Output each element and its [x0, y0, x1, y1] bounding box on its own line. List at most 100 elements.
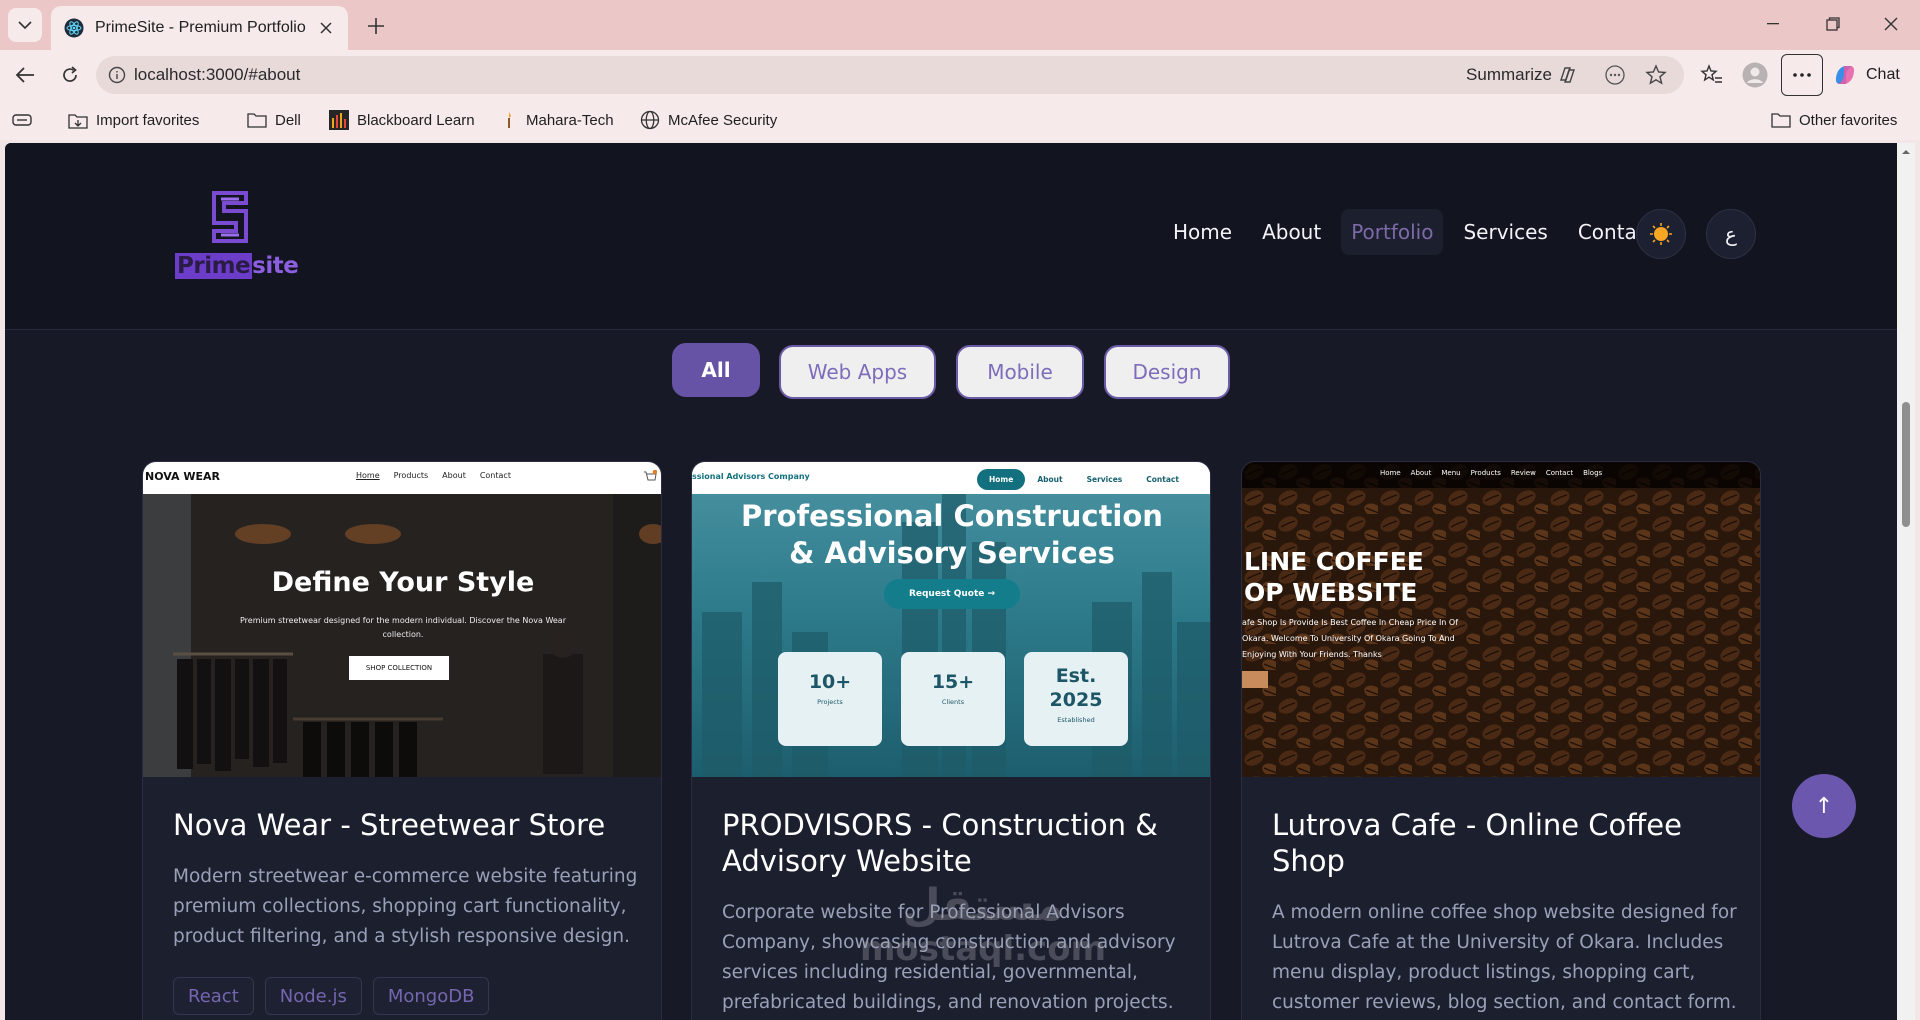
- bookmark-label: Dell: [275, 111, 301, 129]
- bookmark-label: Blackboard Learn: [357, 111, 475, 129]
- site-logo[interactable]: Primesite: [175, 191, 300, 286]
- browser-tab[interactable]: PrimeSite - Premium Portfolio: [51, 6, 348, 50]
- tab-actions-icon: [12, 114, 32, 126]
- favorite-star-icon[interactable]: [1644, 63, 1668, 87]
- preview-navbar: Home About Menu Products Review Contact …: [1242, 462, 1760, 488]
- address-bar[interactable]: localhost:3000/#about Summarize: [96, 56, 1684, 94]
- tab-list-button[interactable]: [8, 8, 42, 42]
- scroll-up-arrow-icon[interactable]: [1901, 147, 1911, 157]
- preview-button: [1242, 671, 1268, 688]
- site-header: Primesite Home About Portfolio Services …: [5, 143, 1897, 330]
- filter-design[interactable]: Design: [1104, 345, 1230, 399]
- blackboard-icon: [329, 110, 349, 130]
- plus-icon: [368, 18, 384, 34]
- project-preview-image: ssional Advisors Company Home About Serv…: [692, 462, 1210, 777]
- bookmark-dell[interactable]: Dell: [247, 108, 301, 132]
- tab-actions-button[interactable]: [12, 108, 32, 132]
- react-icon: [63, 17, 85, 39]
- project-title: Nova Wear - Streetwear Store: [173, 808, 606, 842]
- ellipsis-icon: [1793, 73, 1811, 77]
- preview-stat-clients: 15+ Clients: [901, 652, 1005, 746]
- logo-text: Primesite: [175, 253, 299, 279]
- scrollbar-thumb[interactable]: [1902, 402, 1910, 527]
- main-nav: Home About Portfolio Services Contact: [1163, 207, 1676, 257]
- more-options-circle-icon[interactable]: [1603, 63, 1627, 87]
- favorites-button[interactable]: [1696, 59, 1728, 91]
- back-to-top-button[interactable]: ↑: [1792, 774, 1856, 838]
- filter-all[interactable]: All: [672, 343, 760, 397]
- chat-label: Chat: [1866, 66, 1900, 83]
- preview-headline: Define Your Style: [271, 567, 535, 598]
- filter-mobile[interactable]: Mobile: [956, 345, 1084, 399]
- preview-navbar: NOVA WEAR Home Products About Contact: [143, 462, 661, 494]
- preview-headline: LINE COFFEE OP WEBSITE: [1244, 547, 1424, 607]
- preview-shop-button: SHOP COLLECTION: [349, 656, 449, 680]
- url-text[interactable]: localhost:3000/#about: [134, 65, 300, 85]
- summarize-button[interactable]: Summarize: [1466, 65, 1552, 85]
- restore-button[interactable]: [1804, 0, 1862, 48]
- mahara-tech-icon: [508, 112, 511, 128]
- bookmark-label: Other favorites: [1799, 111, 1898, 129]
- cart-icon: [644, 470, 657, 481]
- project-card-lutrova-cafe[interactable]: Home About Menu Products Review Contact …: [1241, 461, 1761, 1020]
- restore-icon: [1826, 17, 1840, 31]
- close-tab-icon[interactable]: [316, 18, 336, 38]
- profile-button[interactable]: [1739, 59, 1771, 91]
- project-tags: React Node.js MongoDB: [173, 977, 490, 1015]
- theme-toggle-button[interactable]: [1636, 209, 1686, 259]
- info-icon[interactable]: [104, 62, 130, 88]
- folder-icon: [247, 113, 267, 128]
- tab-title: PrimeSite - Premium Portfolio: [95, 19, 306, 36]
- close-icon: [1884, 17, 1898, 31]
- project-title: PRODVISORS - Construction & Advisory Web…: [722, 808, 1158, 878]
- settings-and-more-button[interactable]: [1781, 54, 1823, 96]
- new-tab-button[interactable]: [360, 10, 392, 42]
- preview-subtext: afe Shop Is Provide Is Best Coffee In Ch…: [1242, 618, 1459, 659]
- minimize-button[interactable]: [1744, 0, 1802, 48]
- reload-button[interactable]: [54, 59, 86, 91]
- back-button[interactable]: [9, 59, 41, 91]
- project-description: A modern online coffee shop website desi…: [1272, 902, 1737, 1013]
- chevron-down-icon: [18, 21, 32, 30]
- logo-mark-icon: [212, 191, 248, 243]
- project-card-nova-wear[interactable]: NOVA WEAR Home Products About Contact De…: [142, 461, 662, 1020]
- tag-react: React: [173, 977, 254, 1015]
- copilot-chat-button[interactable]: Chat: [1832, 59, 1900, 91]
- tag-mongodb: MongoDB: [372, 977, 490, 1015]
- preview-nav-links: Home About Menu Products Review Contact …: [1380, 469, 1603, 477]
- copilot-icon: [1836, 66, 1854, 84]
- language-toggle-button[interactable]: ع: [1706, 209, 1756, 259]
- preview-nav-links: Home About Services Contact: [975, 465, 1210, 493]
- project-title: Lutrova Cafe - Online Coffee Shop: [1272, 808, 1682, 878]
- nav-home[interactable]: Home: [1163, 209, 1242, 255]
- preview-stat-projects: 10+ Projects: [778, 652, 882, 746]
- bookmark-other-favorites[interactable]: Other favorites: [1771, 108, 1897, 132]
- nav-services[interactable]: Services: [1453, 209, 1557, 255]
- folder-icon: [1771, 113, 1791, 128]
- page-scrollbar[interactable]: [1897, 143, 1915, 1020]
- copilot-summarize-icon[interactable]: [1555, 63, 1579, 87]
- preview-nav-links: Home Products About Contact: [356, 471, 511, 480]
- filter-web-apps[interactable]: Web Apps: [779, 345, 936, 399]
- reload-icon: [63, 66, 77, 82]
- close-window-button[interactable]: [1862, 0, 1920, 48]
- sun-icon: [1650, 223, 1672, 245]
- preview-request-quote-button: Request Quote →: [884, 579, 1020, 609]
- bookmark-label: Import favorites: [96, 111, 200, 129]
- favorites-list-icon: [1700, 64, 1722, 83]
- bookmark-blackboard-learn[interactable]: Blackboard Learn: [329, 108, 475, 132]
- nav-portfolio[interactable]: Portfolio: [1341, 209, 1444, 255]
- watermark: مستقل mostaql.com: [859, 880, 1107, 970]
- project-description: Modern streetwear e-commerce website fea…: [173, 866, 638, 947]
- globe-icon: [640, 110, 660, 130]
- preview-headline: Professional Construction & Advisory Ser…: [741, 499, 1163, 570]
- bookmark-mahara-tech[interactable]: Mahara-Tech: [500, 108, 614, 132]
- bookmark-import-favorites[interactable]: Import favorites: [68, 108, 199, 132]
- bookmark-label: McAfee Security: [668, 111, 778, 129]
- preview-brand: ssional Advisors Company: [692, 472, 810, 481]
- bookmark-label: Mahara-Tech: [526, 111, 614, 129]
- bookmark-mcafee-security[interactable]: McAfee Security: [640, 108, 777, 132]
- preview-stat-established: Est. 2025 Established: [1024, 652, 1128, 746]
- bookmarks-bar: Import favorites Dell Blackboard Learn M…: [0, 100, 1920, 140]
- nav-about[interactable]: About: [1252, 209, 1331, 255]
